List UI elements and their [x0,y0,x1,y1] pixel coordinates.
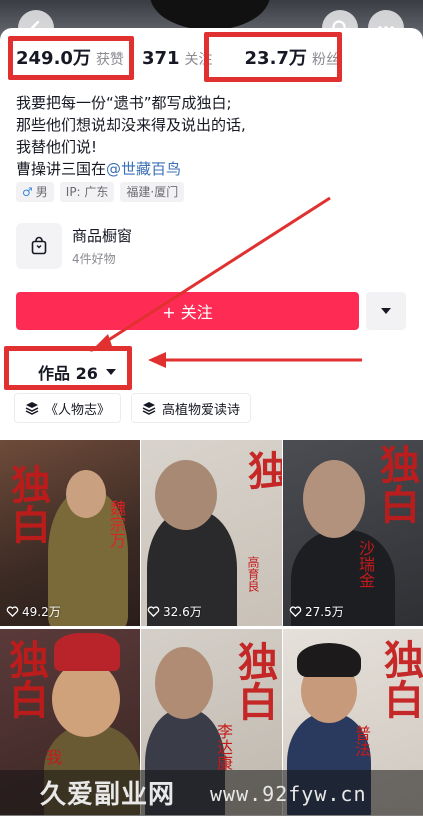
ip-label: IP: 广东 [65,185,109,199]
overlay-name: 李达康 [214,723,233,771]
overlay-name: 我 [43,749,62,765]
layers-icon [25,402,39,415]
watermark-left-text: 久爱副业网 [40,780,176,810]
bio-line: 那些他们想说却没来得及说出的话, [16,116,246,134]
overlay-title: 独白 [4,464,51,544]
overlay-name: 沙瑞金 [356,540,375,588]
heart-icon [289,606,302,618]
like-count: 27.5万 [289,603,344,620]
follow-label: + 关注 [162,303,213,322]
hair-shape [297,643,361,677]
figure-face [66,470,106,518]
overlay-title: 独白 [373,444,420,524]
overlay-title: 独白 [2,639,49,719]
location-tag: 福建·厦门 [120,182,185,202]
collection-label: 高植物爱读诗 [162,402,241,418]
collection-chip[interactable]: 《人物志》 [14,393,122,423]
figure-face [303,460,365,538]
male-icon: ♂ [22,185,33,199]
like-count-text: 27.5万 [305,605,344,619]
follow-dropdown-button[interactable] [366,292,406,330]
gender-tag: ♂ 男 [16,182,54,202]
overlay-title: 独白 [377,639,423,719]
video-thumbnail[interactable]: 独白 魏宗万 49.2万 [0,440,140,626]
layers-icon [142,402,156,415]
annotation-box-works [4,346,132,390]
stat-following[interactable]: 371 关注 [142,48,213,69]
video-grid: 独白 魏宗万 49.2万 独 高育良 32.6万 独白 沙瑞金 27.5万 独白 [0,440,423,815]
heart-icon [6,606,19,618]
follow-button[interactable]: + 关注 [16,292,359,330]
figure-face [155,647,213,719]
shop-title: 商品橱窗 [72,227,133,245]
overlay-title: 独白 [231,641,278,721]
ip-tag: IP: 广东 [59,182,115,202]
overlay-name: 高育良 [246,556,260,592]
like-count-text: 32.6万 [163,605,202,619]
annotation-box-likes [8,36,134,80]
video-thumbnail[interactable]: 独 高育良 32.6万 [141,440,282,626]
overlay-name: 普法 [352,725,371,757]
profile-bio: 我要把每一份“遗书”都写成独白; 那些他们想说却没来得及说出的话, 我替他们说!… [16,92,396,180]
avatar[interactable] [150,0,270,30]
collection-label: 《人物志》 [45,402,111,418]
collection-chips: 《人物志》 高植物爱读诗 [14,393,252,423]
heart-icon [147,606,160,618]
bio-text: 曹操讲三国在 [16,160,107,178]
mention-link[interactable]: @世藏百鸟 [106,160,181,178]
profile-tags: ♂ 男 IP: 广东 福建·厦门 [16,182,185,202]
shopping-bag-icon [31,236,47,255]
shop-window-entry[interactable]: 商品橱窗 4件好物 [16,220,316,272]
like-count: 49.2万 [6,603,61,620]
video-thumbnail[interactable]: 独白 沙瑞金 27.5万 [283,440,423,626]
shop-subtitle: 4件好物 [72,252,116,266]
bio-line: 我要把每一份“遗书”都写成独白; [16,94,232,112]
following-count: 371 [141,48,180,69]
annotation-box-followers [204,32,342,82]
gender-label: 男 [35,185,48,199]
location-label: 福建·厦门 [126,185,179,199]
hat-shape [54,633,120,671]
figure-face [52,661,120,737]
overlay-title: 独 [241,450,282,490]
like-count-text: 49.2万 [22,605,61,619]
caret-down-icon [381,308,391,314]
bio-line: 我替他们说! [16,138,98,156]
overlay-name: 魏宗万 [107,500,126,548]
shop-icon-box [16,223,62,269]
figure-face [155,460,217,530]
bio-line: 曹操讲三国在@世藏百鸟 [16,158,396,180]
collection-chip[interactable]: 高植物爱读诗 [131,393,252,423]
watermark-right-text: www.92fyw.cn [210,782,367,806]
like-count: 32.6万 [147,603,202,620]
